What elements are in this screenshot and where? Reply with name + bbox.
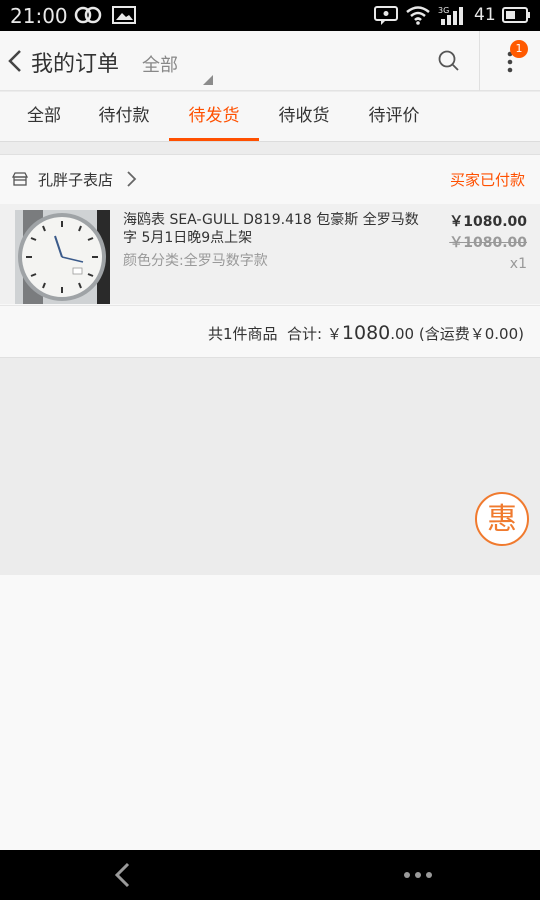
link-rings-icon (74, 6, 102, 24)
status-bar: 21:00 3G 41 (0, 0, 540, 31)
search-icon[interactable] (438, 50, 460, 72)
product-original-price: ￥1080.00 (449, 235, 527, 251)
order-status: 买家已付款 (449, 171, 525, 189)
network-type-label: 3G (438, 6, 449, 15)
battery-level: 41 (474, 5, 496, 25)
product-image[interactable] (15, 210, 110, 304)
cellular-signal-icon: 3G (438, 6, 463, 25)
shipping-note: (含运费￥0.00) (418, 325, 524, 343)
total-label: 合计: (287, 325, 323, 343)
wifi-icon (406, 6, 430, 25)
chevron-right-icon[interactable] (126, 170, 138, 188)
image-icon (112, 6, 136, 24)
active-tab-indicator (169, 138, 259, 141)
shop-name[interactable]: 孔胖子表店 (38, 169, 113, 190)
total-amount: 1080 (341, 322, 391, 344)
item-count: 共1件商品 (207, 325, 278, 343)
tab-pending-receipt[interactable]: 待收货 (259, 92, 349, 141)
filter-dropdown[interactable]: 全部 (142, 51, 178, 77)
battery-icon (502, 7, 530, 23)
order-item[interactable]: 海鸥表 SEA-GULL D819.418 包豪斯 全罗马数字 5月1日晚9点上… (0, 204, 540, 304)
product-sku: 颜色分类:全罗马数字款 (123, 253, 268, 269)
system-nav-bar (0, 850, 540, 900)
order-tabs: 全部 待付款 待发货 待收货 待评价 (0, 92, 540, 142)
order-summary-text: 共1件商品 合计: ￥1080.00 (含运费￥0.00) (208, 322, 524, 344)
page-background (0, 575, 540, 850)
back-arrow-icon[interactable] (6, 48, 24, 74)
product-price: ￥1080.00 (449, 214, 527, 230)
tab-pending-shipment[interactable]: 待发货 (169, 92, 259, 141)
nav-back-icon[interactable] (112, 861, 132, 889)
order-summary: 共1件商品 合计: ￥1080.00 (含运费￥0.00) (0, 305, 540, 358)
watch-image (15, 210, 110, 304)
product-title[interactable]: 海鸥表 SEA-GULL D819.418 包豪斯 全罗马数字 5月1日晚9点上… (123, 211, 423, 247)
header-divider (479, 31, 480, 91)
tab-pending-review[interactable]: 待评价 (349, 92, 439, 141)
tab-all[interactable]: 全部 (0, 92, 88, 141)
shop-icon (12, 172, 28, 186)
status-time: 21:00 (10, 4, 68, 28)
total-currency: ￥ (326, 325, 342, 343)
shop-row[interactable]: 孔胖子表店 买家已付款 (0, 155, 540, 203)
tab-pending-payment[interactable]: 待付款 (80, 92, 168, 141)
promo-button[interactable]: 惠 (475, 492, 529, 546)
product-quantity: x1 (509, 256, 527, 272)
order-card[interactable]: 孔胖子表店 买家已付款 海鸥表 SEA-GULL D819.418 包豪斯 全罗… (0, 154, 540, 358)
total-decimal: .00 (390, 325, 415, 343)
header: 我的订单 全部 1 (0, 31, 540, 91)
chat-bubble-icon (374, 6, 398, 25)
page-title: 我的订单 (31, 52, 120, 77)
notification-badge: 1 (510, 40, 528, 58)
promo-glyph: 惠 (487, 502, 517, 537)
dropdown-caret-icon[interactable] (203, 75, 213, 85)
nav-more-icon[interactable] (403, 871, 433, 879)
promo-icon: 惠 (487, 502, 517, 537)
